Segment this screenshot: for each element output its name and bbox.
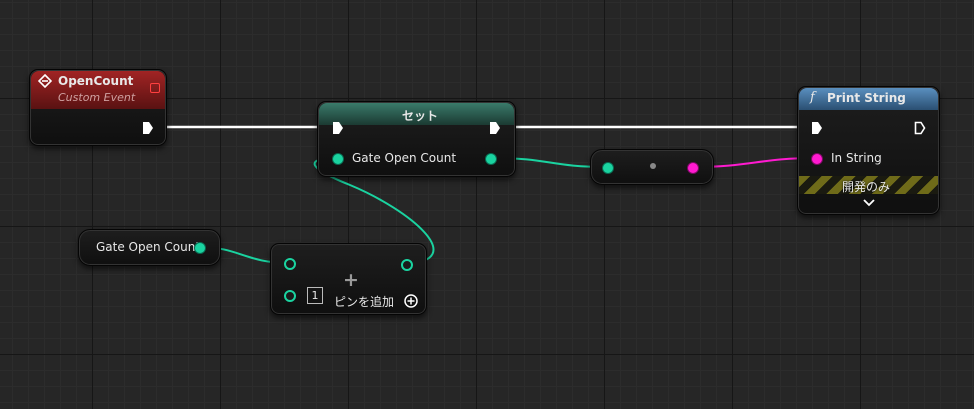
set-exec-output-pin[interactable] [489,121,501,135]
get-value-output-pin[interactable] [195,243,205,253]
print-exec-output-pin[interactable] [914,121,926,135]
add-input-a-pin[interactable] [284,258,296,270]
set-value-input-pin[interactable] [333,154,343,164]
add-operator-label: + [343,269,359,291]
print-exec-input-pin[interactable] [811,121,823,135]
conversion-node[interactable] [590,149,714,185]
get-variable-node[interactable]: Gate Open Count [78,229,221,266]
print-string-node[interactable]: f Print String In String 開発のみ [797,86,940,215]
exec-output-pin[interactable] [142,121,154,135]
set-node-title: セット [402,109,439,123]
in-string-pin[interactable] [812,154,822,164]
set-variable-node[interactable]: セット Gate Open Count [317,101,516,177]
add-input-b-pin[interactable] [284,290,296,302]
event-diamond-icon [38,74,52,88]
expand-chevron-icon[interactable] [863,199,875,207]
set-value-output-pin[interactable] [486,154,496,164]
event-node-subtitle: Custom Event [58,91,136,104]
get-node-label: Gate Open Count [96,240,201,254]
add-pin-plus-icon[interactable] [404,294,418,308]
add-node[interactable]: + 1 ピンを追加 [270,243,427,315]
conversion-dot-icon [650,163,656,169]
add-pin-label[interactable]: ピンを追加 [334,293,394,310]
conversion-output-pin[interactable] [688,163,698,173]
custom-event-node[interactable]: OpenCount Custom Event [29,69,167,146]
delegate-pin[interactable] [150,83,160,93]
in-string-label: In String [831,151,882,165]
add-output-pin[interactable] [401,259,413,271]
print-node-title: Print String [827,91,906,105]
add-input-b-value[interactable]: 1 [307,287,323,304]
function-icon: f [810,90,815,105]
set-pin-label: Gate Open Count [352,151,457,165]
conversion-input-pin[interactable] [603,163,613,173]
development-only-label: 開発のみ [842,180,891,194]
set-exec-input-pin[interactable] [332,121,344,135]
event-node-title: OpenCount [58,74,134,88]
